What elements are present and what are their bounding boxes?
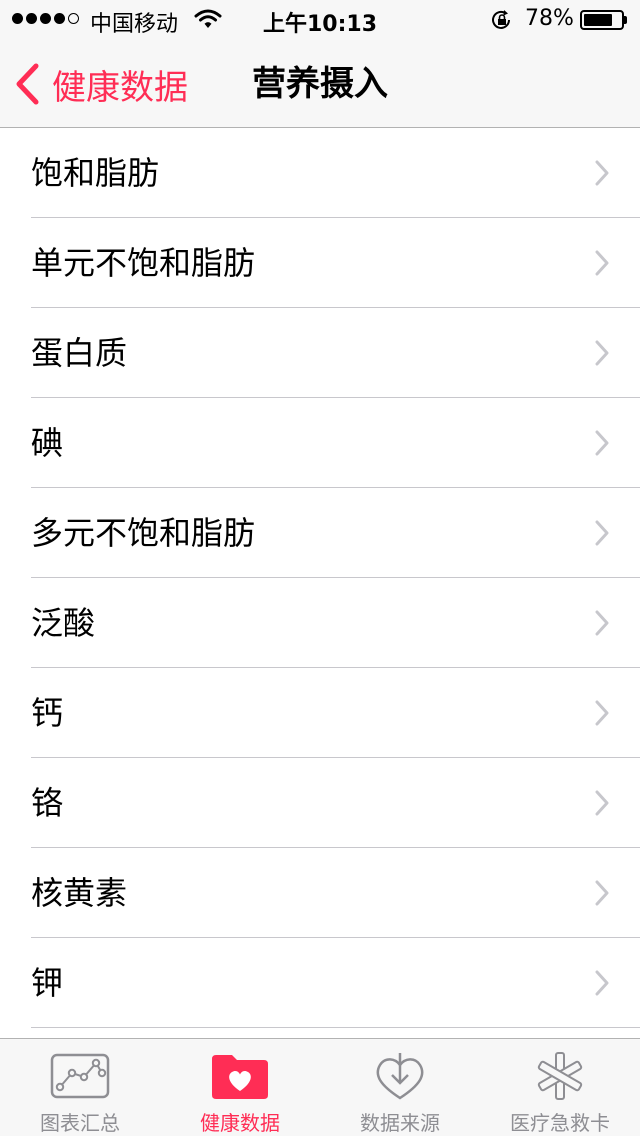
list-item[interactable]: 单元不饱和脂肪 bbox=[0, 218, 640, 308]
chevron-right-icon bbox=[595, 160, 609, 186]
nutrient-list: 饱和脂肪单元不饱和脂肪 蛋白质碘多元不饱和脂肪 泛酸钙铬核黄素钾 bbox=[0, 128, 640, 1028]
chart-icon bbox=[50, 1053, 110, 1099]
tab-health-data[interactable]: 健康数据 bbox=[160, 1039, 320, 1136]
chevron-right-icon bbox=[595, 700, 609, 726]
health-folder-icon bbox=[212, 1055, 268, 1099]
tab-bar: 图表汇总 健康数据 数据来源 医疗急救卡 bbox=[0, 1038, 640, 1136]
tab-label: 健康数据 bbox=[200, 1111, 280, 1135]
chevron-right-icon bbox=[595, 340, 609, 366]
tab-label: 数据来源 bbox=[360, 1111, 440, 1135]
tab-label: 医疗急救卡 bbox=[510, 1111, 610, 1135]
battery-level-fill bbox=[584, 14, 613, 26]
tab-data-sources[interactable]: 数据来源 bbox=[320, 1039, 480, 1136]
battery-tip bbox=[624, 16, 627, 24]
chevron-right-icon bbox=[595, 610, 609, 636]
download-heart-icon bbox=[376, 1053, 424, 1100]
battery-percent: 78% bbox=[525, 6, 574, 31]
tab-label: 图表汇总 bbox=[40, 1111, 120, 1135]
chevron-right-icon bbox=[595, 250, 609, 276]
list-item-label: 多元不饱和脂肪 bbox=[31, 514, 256, 552]
list-item[interactable]: 蛋白质 bbox=[0, 308, 640, 398]
list-item[interactable]: 核黄素 bbox=[0, 848, 640, 938]
tab-chart-summary[interactable]: 图表汇总 bbox=[0, 1039, 160, 1136]
list-item-label: 单元不饱和脂肪 bbox=[31, 244, 256, 282]
list-item-label: 核黄素 bbox=[31, 874, 128, 912]
chevron-right-icon bbox=[595, 790, 609, 816]
medical-id-icon bbox=[537, 1052, 583, 1100]
list-item-label: 饱和脂肪 bbox=[31, 154, 160, 192]
list-item-label: 钾 bbox=[31, 964, 64, 1002]
list-item[interactable]: 碘 bbox=[0, 398, 640, 488]
chevron-right-icon bbox=[595, 430, 609, 456]
list-item-label: 碘 bbox=[31, 424, 64, 462]
list-item[interactable]: 铬 bbox=[0, 758, 640, 848]
navigation-bar: 健康数据 营养摄入 bbox=[0, 40, 640, 128]
list-item-label: 钙 bbox=[31, 694, 64, 732]
list-item[interactable]: 饱和脂肪 bbox=[0, 128, 640, 218]
battery-icon bbox=[580, 10, 624, 30]
list-item[interactable]: 钾 bbox=[0, 938, 640, 1028]
list-item-label: 蛋白质 bbox=[31, 334, 128, 372]
list-item[interactable]: 泛酸 bbox=[0, 578, 640, 668]
list-item-label: 铬 bbox=[31, 784, 64, 822]
rotation-lock-icon bbox=[492, 10, 510, 29]
chevron-right-icon bbox=[595, 520, 609, 546]
list-item-label: 泛酸 bbox=[31, 604, 96, 642]
chevron-right-icon bbox=[595, 880, 609, 906]
list-item[interactable]: 钙 bbox=[0, 668, 640, 758]
page-title: 营养摄入 bbox=[252, 64, 388, 104]
status-bar: 中国移动 上午10:13 78% bbox=[0, 0, 640, 40]
row-separator bbox=[31, 1027, 640, 1028]
tab-medical-id[interactable]: 医疗急救卡 bbox=[480, 1039, 640, 1136]
list-item[interactable]: 多元不饱和脂肪 bbox=[0, 488, 640, 578]
chevron-right-icon bbox=[595, 970, 609, 996]
